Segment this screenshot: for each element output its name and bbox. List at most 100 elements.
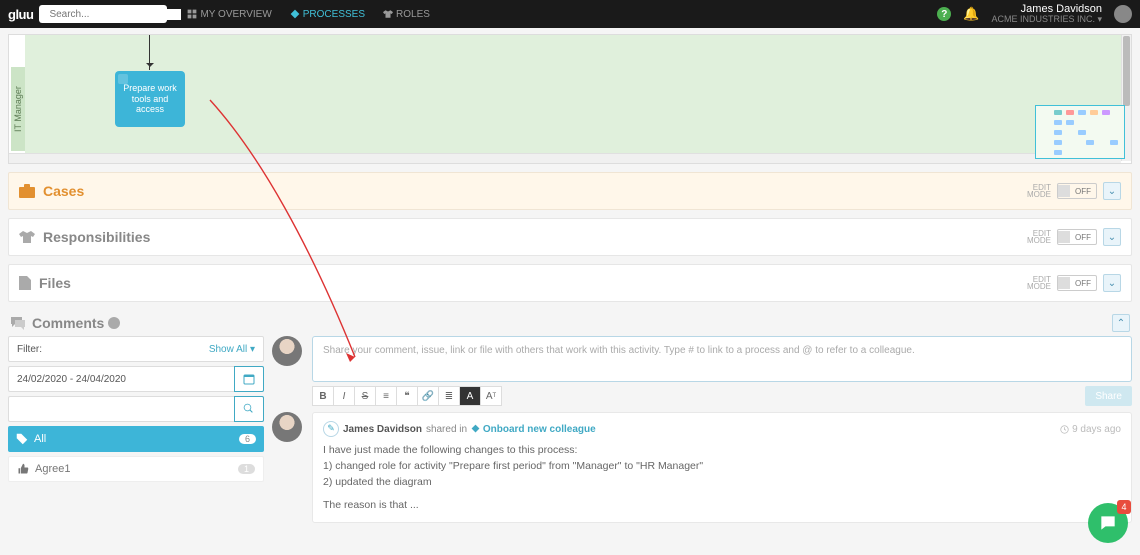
process-icon bbox=[471, 424, 480, 433]
swimlane-body[interactable] bbox=[25, 35, 1131, 153]
toggle-resp[interactable]: OFF bbox=[1057, 229, 1097, 245]
top-nav: gluu MY OVERVIEW PROCESSES ROLES ? 🔔 Jam… bbox=[0, 0, 1140, 28]
tool-quote[interactable]: ❝ bbox=[396, 386, 418, 406]
comment-column: Share your comment, issue, link or file … bbox=[272, 336, 1132, 523]
nav-my-overview[interactable]: MY OVERVIEW bbox=[187, 9, 271, 20]
nav-label: MY OVERVIEW bbox=[200, 9, 271, 20]
diagram-panel: IT Manager Prepare work tools and access bbox=[8, 34, 1132, 164]
clock-icon bbox=[1060, 425, 1069, 434]
search-input-wrap[interactable] bbox=[39, 5, 167, 23]
tool-list[interactable]: ≡ bbox=[375, 386, 397, 406]
chevron-down-icon[interactable]: ⌄ bbox=[1103, 274, 1121, 292]
dashboard-icon bbox=[187, 9, 197, 19]
search-button[interactable] bbox=[234, 396, 264, 422]
comment-type-icon: ✎ bbox=[323, 421, 339, 437]
search-input[interactable] bbox=[49, 9, 181, 20]
chat-badge: 4 bbox=[1117, 500, 1131, 514]
section-title: Responsibilities bbox=[43, 229, 150, 245]
edit-mode-label: EDIT MODE bbox=[1027, 184, 1051, 198]
tag-agree[interactable]: Agree1 1 bbox=[8, 456, 264, 482]
comment-body: I have just made the following changes t… bbox=[323, 443, 1121, 514]
comments-body: Filter: Show All ▾ 24/02/2020 - 24/04/20… bbox=[8, 336, 1132, 523]
section-title: Comments bbox=[32, 315, 104, 331]
edit-mode-label: EDIT MODE bbox=[1027, 276, 1051, 290]
date-range-input[interactable]: 24/02/2020 - 24/04/2020 bbox=[8, 366, 234, 392]
filters-column: Filter: Show All ▾ 24/02/2020 - 24/04/20… bbox=[8, 336, 264, 523]
toggle-files[interactable]: OFF bbox=[1057, 275, 1097, 291]
scrollbar-horizontal[interactable] bbox=[9, 153, 1121, 163]
briefcase-icon bbox=[19, 184, 35, 198]
file-icon bbox=[19, 276, 31, 290]
nav-items: MY OVERVIEW PROCESSES ROLES bbox=[187, 9, 429, 20]
help-button[interactable]: ? bbox=[937, 7, 951, 21]
section-title: Cases bbox=[43, 183, 84, 199]
composer-row: Share your comment, issue, link or file … bbox=[272, 336, 1132, 406]
tag-count: 6 bbox=[239, 434, 256, 444]
thumbs-up-icon bbox=[17, 463, 29, 475]
tag-all[interactable]: All 6 bbox=[8, 426, 264, 452]
filter-search-input[interactable] bbox=[8, 396, 234, 422]
task-card[interactable]: Prepare work tools and access bbox=[115, 71, 185, 127]
tag-icon bbox=[16, 433, 28, 445]
nav-label: ROLES bbox=[396, 9, 430, 20]
tool-size[interactable]: AT bbox=[480, 386, 502, 406]
logo: gluu bbox=[8, 7, 33, 22]
composer-toolbar: B I S ≡ ❝ 🔗 ≣ A AT Share bbox=[312, 386, 1132, 406]
section-files[interactable]: Files EDIT MODE OFF ⌄ bbox=[8, 264, 1132, 302]
comments-icon bbox=[10, 316, 26, 330]
chat-icon bbox=[1098, 513, 1118, 533]
section-title: Files bbox=[39, 275, 71, 291]
shirt-icon bbox=[383, 9, 393, 19]
avatar bbox=[272, 336, 302, 366]
shared-in-link[interactable]: Onboard new colleague bbox=[471, 422, 596, 437]
chat-button[interactable]: 4 bbox=[1088, 503, 1128, 543]
calendar-button[interactable] bbox=[234, 366, 264, 392]
chevron-down-icon[interactable]: ⌄ bbox=[1103, 182, 1121, 200]
tool-italic[interactable]: I bbox=[333, 386, 355, 406]
edit-mode-label: EDIT MODE bbox=[1027, 230, 1051, 244]
chevron-down-icon[interactable]: ⌄ bbox=[1103, 228, 1121, 246]
share-button[interactable]: Share bbox=[1085, 386, 1132, 406]
tag-label: Agree1 bbox=[35, 463, 70, 475]
comment-time: 9 days ago bbox=[1060, 422, 1121, 437]
tag-count: 1 bbox=[238, 464, 255, 474]
section-comments-header: Comments ⌃ bbox=[8, 310, 1132, 336]
toggle-cases[interactable]: OFF bbox=[1057, 183, 1097, 199]
nav-label: PROCESSES bbox=[303, 9, 365, 20]
avatar bbox=[272, 412, 302, 442]
comment-meta: ✎ James Davidson shared in Onboard new c… bbox=[323, 421, 1121, 437]
avatar[interactable] bbox=[1114, 5, 1132, 23]
section-cases[interactable]: Cases EDIT MODE OFF ⌄ bbox=[8, 172, 1132, 210]
calendar-icon bbox=[243, 373, 255, 385]
tool-color[interactable]: A bbox=[459, 386, 481, 406]
nav-processes[interactable]: PROCESSES bbox=[290, 9, 365, 20]
tool-bold[interactable]: B bbox=[312, 386, 334, 406]
section-responsibilities[interactable]: Responsibilities EDIT MODE OFF ⌄ bbox=[8, 218, 1132, 256]
composer: Share your comment, issue, link or file … bbox=[312, 336, 1132, 406]
user-org: ACME INDUSTRIES INC. ▾ bbox=[991, 15, 1102, 24]
chevron-up-icon[interactable]: ⌃ bbox=[1112, 314, 1130, 332]
filter-label: Filter: bbox=[17, 344, 42, 355]
task-corner-icon bbox=[118, 74, 128, 84]
comment-author: James Davidson bbox=[343, 422, 422, 437]
scroll-thumb[interactable] bbox=[1123, 36, 1130, 106]
task-label: Prepare work tools and access bbox=[117, 83, 183, 115]
nav-right: ? 🔔 James Davidson ACME INDUSTRIES INC. … bbox=[937, 4, 1132, 24]
shirt-icon bbox=[19, 230, 35, 244]
show-all-link[interactable]: Show All ▾ bbox=[209, 344, 255, 355]
filter-dropdown[interactable]: Filter: Show All ▾ bbox=[8, 336, 264, 362]
user-menu[interactable]: James Davidson ACME INDUSTRIES INC. ▾ bbox=[991, 4, 1102, 24]
info-icon[interactable] bbox=[108, 317, 120, 329]
shared-in-label: shared in bbox=[426, 422, 467, 437]
flow-arrow-icon bbox=[149, 35, 150, 70]
nav-roles[interactable]: ROLES bbox=[383, 9, 430, 20]
tool-align[interactable]: ≣ bbox=[438, 386, 460, 406]
process-icon bbox=[290, 9, 300, 19]
search-icon bbox=[243, 403, 255, 415]
minimap[interactable] bbox=[1035, 105, 1125, 159]
notifications-icon[interactable]: 🔔 bbox=[963, 6, 979, 22]
tool-strike[interactable]: S bbox=[354, 386, 376, 406]
tool-link[interactable]: 🔗 bbox=[417, 386, 439, 406]
comment-input[interactable]: Share your comment, issue, link or file … bbox=[312, 336, 1132, 382]
swimlane-label: IT Manager bbox=[11, 67, 25, 151]
